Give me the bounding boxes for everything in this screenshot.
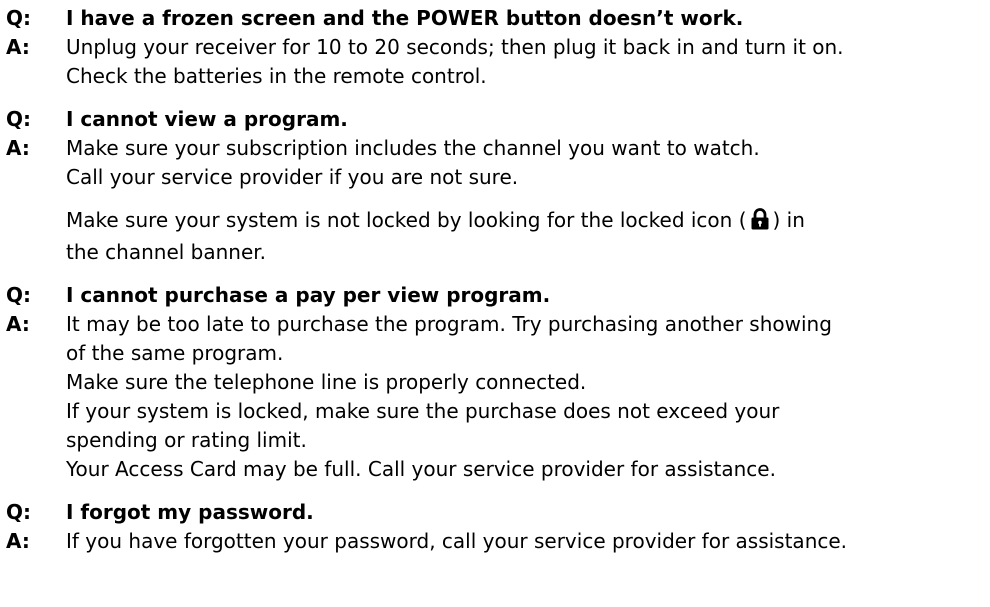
lock-icon (750, 208, 770, 238)
faq-page: Q: I have a frozen screen and the POWER … (0, 0, 990, 607)
answer-line: Check the batteries in the remote contro… (66, 64, 487, 88)
answer-line: It may be too late to purchase the progr… (66, 312, 832, 336)
question-row: Q: I forgot my password. (6, 498, 990, 527)
question-text: I cannot purchase a pay per view program… (66, 283, 551, 307)
answer-text: ) in (772, 208, 805, 232)
answer-label: A: (6, 35, 30, 59)
question-label: Q: (6, 107, 31, 131)
answer-row: A: It may be too late to purchase the pr… (6, 310, 990, 484)
faq-item: Q: I forgot my password. A: If you have … (6, 498, 990, 556)
faq-item: Q: I have a frozen screen and the POWER … (6, 4, 990, 91)
answer-body: It may be too late to purchase the progr… (66, 310, 832, 484)
answer-body: Make sure your subscription includes the… (66, 134, 805, 267)
answer-line: of the same program. (66, 341, 284, 365)
answer-row: A: Unplug your receiver for 10 to 20 sec… (6, 33, 990, 91)
answer-line: Your Access Card may be full. Call your … (66, 457, 776, 481)
faq-item: Q: I cannot purchase a pay per view prog… (6, 281, 990, 484)
question-label: Q: (6, 6, 31, 30)
question-text: I have a frozen screen and the POWER but… (66, 6, 744, 30)
answer-line: spending or rating limit. (66, 428, 307, 452)
answer-body: Unplug your receiver for 10 to 20 second… (66, 33, 844, 91)
answer-line: Make sure the telephone line is properly… (66, 370, 587, 394)
answer-text: Make sure your system is not locked by l… (66, 208, 747, 232)
answer-line: If your system is locked, make sure the … (66, 399, 780, 423)
answer-label: A: (6, 136, 30, 160)
question-row: Q: I cannot view a program. (6, 105, 990, 134)
question-row: Q: I have a frozen screen and the POWER … (6, 4, 990, 33)
faq-item: Q: I cannot view a program. A: Make sure… (6, 105, 990, 267)
question-label: Q: (6, 283, 31, 307)
answer-line: Unplug your receiver for 10 to 20 second… (66, 35, 844, 59)
answer-line: the channel banner. (66, 240, 267, 264)
answer-paragraph: Make sure your system is not locked by l… (66, 206, 805, 238)
answer-label: A: (6, 312, 30, 336)
question-row: Q: I cannot purchase a pay per view prog… (6, 281, 990, 310)
answer-label: A: (6, 529, 30, 553)
question-text: I cannot view a program. (66, 107, 348, 131)
answer-row: A: If you have forgotten your password, … (6, 527, 990, 556)
answer-line: Call your service provider if you are no… (66, 165, 519, 189)
answer-body: If you have forgotten your password, cal… (66, 527, 847, 556)
question-text: I forgot my password. (66, 500, 314, 524)
answer-line: If you have forgotten your password, cal… (66, 529, 848, 553)
answer-row: A: Make sure your subscription includes … (6, 134, 990, 267)
answer-line: Make sure your subscription includes the… (66, 136, 760, 160)
question-label: Q: (6, 500, 31, 524)
